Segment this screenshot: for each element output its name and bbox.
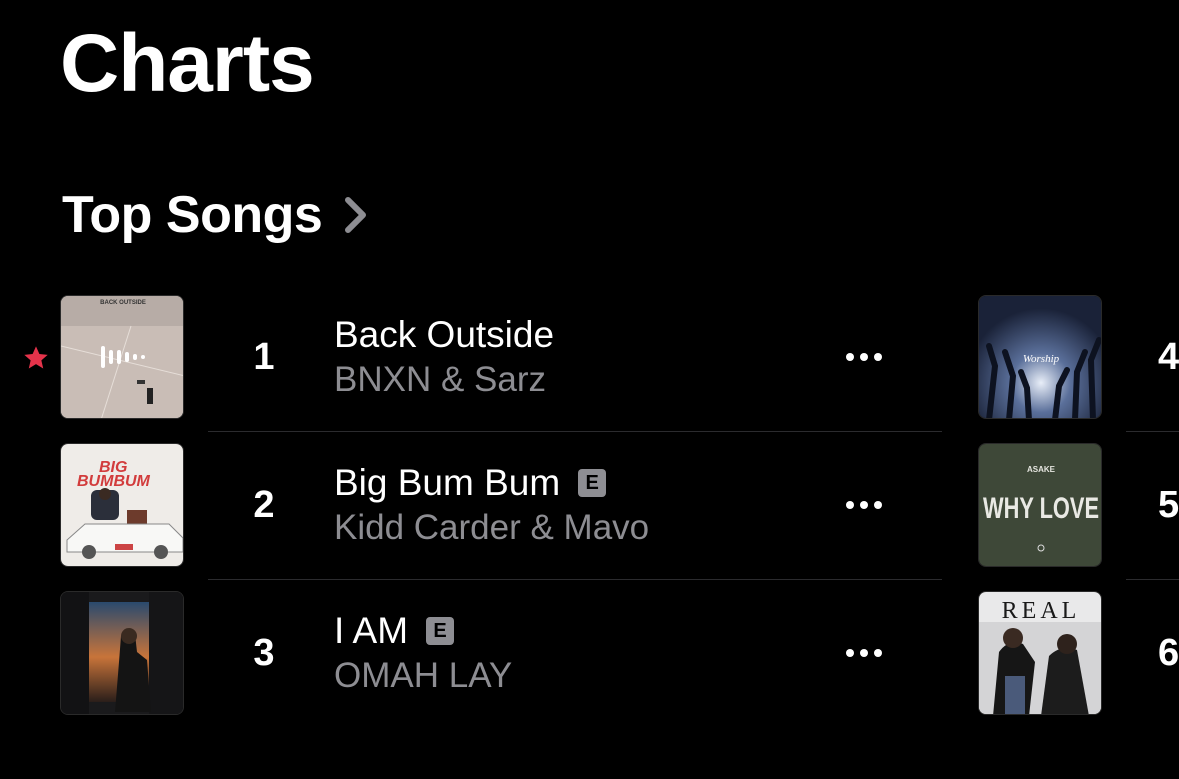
art-text: REAL — [1002, 598, 1081, 624]
song-artist: OMAH LAY — [334, 656, 513, 695]
song-info: Big Bum Bum E Kidd Carder & Mavo — [334, 460, 834, 550]
album-art-real[interactable]: REAL — [978, 591, 1102, 715]
favorite-star-icon — [22, 344, 50, 377]
divider — [1126, 579, 1179, 580]
rank-number: 3 — [253, 631, 275, 674]
album-art-why-love[interactable]: ASAKE WHY LOVE — [978, 443, 1102, 567]
explicit-badge: E — [426, 617, 455, 645]
song-row-3[interactable]: 3 I AM E OMAH LAY — [60, 591, 920, 715]
rank-number: 2 — [253, 483, 275, 526]
more-options-button[interactable] — [834, 501, 894, 509]
divider — [208, 579, 942, 580]
top-songs-header[interactable]: Top Songs — [62, 180, 368, 250]
song-info: I AM E OMAH LAY — [334, 608, 834, 698]
more-options-button[interactable] — [834, 353, 894, 361]
rank-number: 4 — [1158, 336, 1179, 378]
divider — [208, 431, 942, 432]
chevron-right-icon — [344, 196, 368, 234]
song-row-2[interactable]: BIG BUMBUM 2 Big Bum Bum E Kidd Carder &… — [60, 443, 920, 567]
song-title: Big Bum Bum — [334, 462, 561, 503]
more-options-button[interactable] — [834, 649, 894, 657]
song-row-1[interactable]: BACK OUTSIDE 1 Back Outside BNXN & Sarz — [60, 295, 920, 419]
song-artist: BNXN & Sarz — [334, 360, 546, 399]
art-subtext: ASAKE — [1027, 465, 1056, 474]
art-text: WHY LOVE — [983, 492, 1099, 525]
art-text: Worship — [1023, 353, 1060, 365]
rank-number: 6 — [1158, 632, 1179, 674]
song-info: Back Outside BNXN & Sarz — [334, 312, 834, 402]
rank-number: 1 — [253, 335, 275, 378]
explicit-badge: E — [578, 469, 607, 497]
art-text: BACK OUTSIDE — [100, 300, 146, 306]
rank-number: 5 — [1158, 484, 1179, 526]
song-title: Back Outside — [334, 314, 555, 355]
song-artist: Kidd Carder & Mavo — [334, 508, 650, 547]
song-title: I AM — [334, 610, 409, 651]
divider — [1126, 431, 1179, 432]
album-art-big-bum-bum[interactable]: BIG BUMBUM — [60, 443, 184, 567]
album-art-worship[interactable]: Worship — [978, 295, 1102, 419]
svg-text:BUMBUM: BUMBUM — [77, 473, 151, 490]
album-art-back-outside[interactable]: BACK OUTSIDE — [60, 295, 184, 419]
page-title: Charts — [60, 18, 315, 109]
section-title: Top Songs — [62, 186, 323, 244]
album-art-i-am[interactable] — [60, 591, 184, 715]
